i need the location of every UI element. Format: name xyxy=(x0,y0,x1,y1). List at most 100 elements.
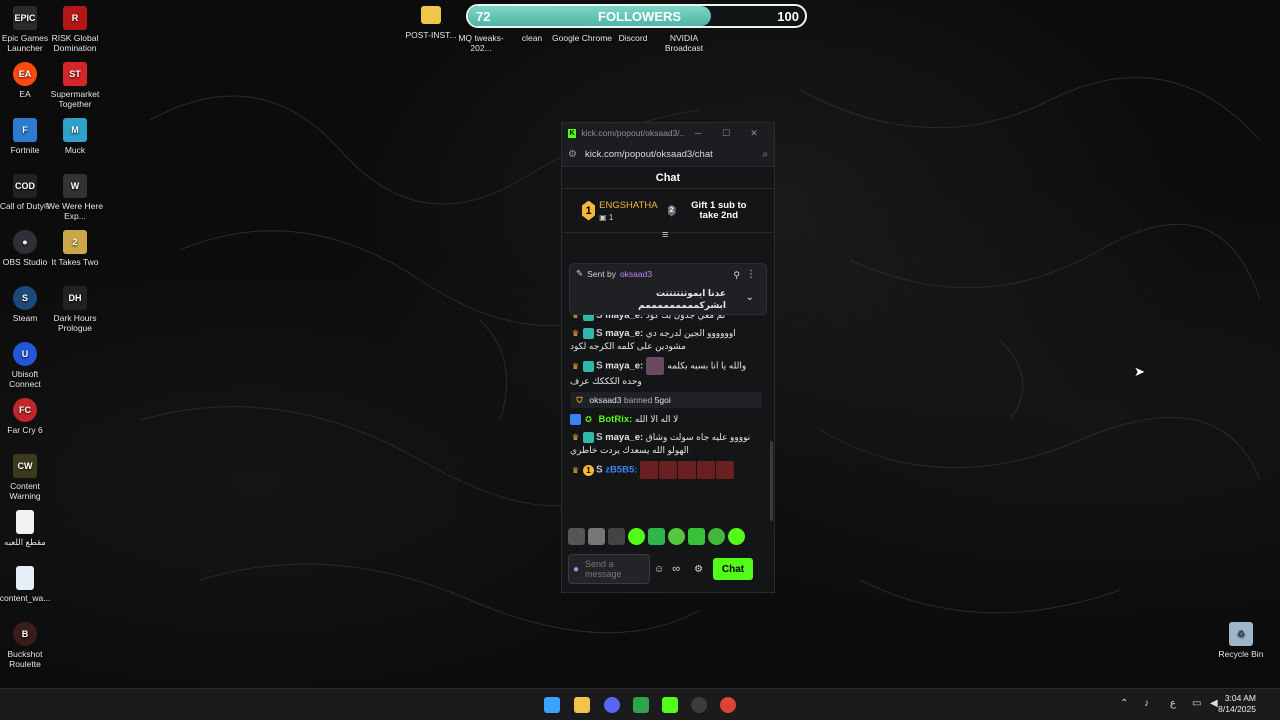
ban-target[interactable]: 5goi xyxy=(655,395,671,405)
volume-icon[interactable]: ◀ xyxy=(1210,698,1218,709)
chat-message: ♛ S maya_e: اوووووو الجين لدرجه دي مشودين… xyxy=(570,327,762,352)
recycle-bin-icon[interactable]: ♻ Recycle Bin xyxy=(1211,622,1271,659)
chat-username[interactable]: maya_e: xyxy=(605,432,643,443)
supermarket-icon[interactable]: ST Supermarket Together xyxy=(45,62,105,109)
folder-icon xyxy=(421,6,441,24)
emote-button[interactable] xyxy=(568,528,585,545)
chat-message: ♛ S maya_e: نوووو عليه جاه سولت وشاق الهو… xyxy=(570,431,762,456)
ban-actor[interactable]: oksaad3 xyxy=(589,395,621,405)
emote-quick-bar[interactable] xyxy=(568,528,745,545)
address-bar[interactable]: ⚙ kick.com/popout/oksaad3/chat ⌕ xyxy=(562,143,774,167)
dark-hours-icon[interactable]: DH Dark Hours Prologue xyxy=(45,286,105,333)
chrome-taskbar-icon[interactable] xyxy=(720,697,736,713)
arabic-file-image xyxy=(16,510,34,534)
obs-taskbar-icon[interactable] xyxy=(691,697,707,713)
mic-tray-icon[interactable]: ♪ xyxy=(1144,698,1149,709)
emote-button[interactable] xyxy=(688,528,705,545)
supermarket-image: ST xyxy=(63,62,87,86)
s-badge-icon: S xyxy=(596,328,603,339)
muck-icon[interactable]: M Muck xyxy=(45,118,105,155)
chat-scrollbar[interactable] xyxy=(770,441,773,521)
xbox-icon[interactable] xyxy=(633,697,649,713)
risk-image: R xyxy=(63,6,87,30)
chat-messages[interactable]: ♛ S maya_e: ئم معي جدول بك كود ♛ S maya_e:… xyxy=(562,309,770,521)
gift-prompt[interactable]: Gift 1 sub to take 2nd xyxy=(684,200,754,221)
gear-icon[interactable]: ⚙ xyxy=(694,564,703,575)
crown-icon: ♛ xyxy=(571,465,580,475)
crown-icon: ♛ xyxy=(571,361,580,371)
followers-current: 72 xyxy=(476,9,491,24)
ubisoft-icon[interactable]: U Ubisoft Connect xyxy=(0,342,55,389)
emote-button[interactable] xyxy=(588,528,605,545)
chat-input-row: ● Send a message ☺ ∞ ⚙ Chat xyxy=(568,554,770,584)
start-icon[interactable] xyxy=(544,697,560,713)
filter-icon[interactable]: ≡ xyxy=(662,229,668,241)
window-title: kick.com/popout/oksaad3/... xyxy=(581,128,685,138)
emote-image xyxy=(696,461,715,480)
rank-2-badge: 2 xyxy=(667,204,676,217)
we-were-here-icon[interactable]: W We Were Here Exp... xyxy=(45,174,105,221)
send-chat-button[interactable]: Chat xyxy=(713,558,754,580)
buckshot-icon[interactable]: B Buckshot Roulette xyxy=(0,622,55,669)
emote-image xyxy=(715,461,734,480)
zoom-icon[interactable]: ⌕ xyxy=(762,149,768,160)
dark-hours-label: Dark Hours Prologue xyxy=(53,313,97,333)
chat-text: لا اله الا الله xyxy=(634,414,679,425)
chevron-up-icon[interactable]: ⌃ xyxy=(1120,698,1128,709)
pinned-message[interactable]: ✎ Sent by oksaad3 عدنا ايموتتتتتتت ابشرك… xyxy=(569,263,767,315)
far-cry-icon[interactable]: FC Far Cry 6 xyxy=(0,398,55,435)
content-file-label: content_wa... xyxy=(0,593,51,603)
emote-button[interactable] xyxy=(668,528,685,545)
chat-username[interactable]: maya_e: xyxy=(605,328,643,339)
discord-taskbar-icon[interactable] xyxy=(604,697,620,713)
content-warning-label: Content Warning xyxy=(9,481,41,501)
risk-icon[interactable]: R RISK Global Domination xyxy=(45,6,105,53)
unpin-icon[interactable]: ⚲ xyxy=(733,270,740,281)
content-warning-icon[interactable]: CW Content Warning xyxy=(0,454,55,501)
crown-icon: ♛ xyxy=(571,329,580,339)
more-options-icon[interactable]: ⋮ xyxy=(746,269,756,280)
arabic-file-icon[interactable]: مقطع اللعبه xyxy=(0,510,55,547)
emoji-icon[interactable]: ☺ xyxy=(654,564,664,575)
chat-window[interactable]: K kick.com/popout/oksaad3/... ─ ☐ ✕ ⚙ ki… xyxy=(561,122,775,593)
chat-username[interactable]: zB5B5: xyxy=(605,465,637,476)
bot-badge-icon xyxy=(570,414,581,426)
emote-button[interactable] xyxy=(708,528,725,545)
minimize-button[interactable]: ─ xyxy=(684,128,712,138)
ubisoft-image: U xyxy=(13,342,37,366)
supermarket-label: Supermarket Together xyxy=(50,89,100,109)
file-explorer-icon[interactable] xyxy=(574,697,590,713)
pinned-text: عدنا ايموتتتتتتت ابشركمممممممممم xyxy=(638,288,726,310)
it-takes-two-icon[interactable]: 2 It Takes Two xyxy=(45,230,105,267)
pinned-author[interactable]: oksaad3 xyxy=(620,269,652,279)
recycle-bin-image: ♻ xyxy=(1229,622,1253,646)
message-input[interactable]: ● Send a message xyxy=(568,554,650,584)
url-text[interactable]: kick.com/popout/oksaad3/chat xyxy=(585,149,762,160)
chat-username[interactable]: maya_e: xyxy=(605,360,643,371)
display-icon[interactable]: ▭ xyxy=(1192,698,1201,709)
crown-icon: ♛ xyxy=(571,433,580,443)
content-file-icon[interactable]: content_wa... xyxy=(0,566,55,603)
emote-button[interactable] xyxy=(628,528,645,545)
points-icon[interactable]: ∞ xyxy=(672,563,680,575)
emote-button[interactable] xyxy=(648,528,665,545)
emote-button[interactable] xyxy=(608,528,625,545)
subscriber-badge-icon xyxy=(583,432,594,444)
site-settings-icon[interactable]: ⚙ xyxy=(568,149,577,160)
it-takes-two-image: 2 xyxy=(63,230,87,254)
emote-button[interactable] xyxy=(728,528,745,545)
emote-image xyxy=(677,461,696,480)
message-placeholder: Send a message xyxy=(585,559,622,579)
language-indicator[interactable]: ع xyxy=(1170,698,1176,709)
window-titlebar[interactable]: K kick.com/popout/oksaad3/... ─ ☐ ✕ xyxy=(562,123,774,143)
maximize-button[interactable]: ☐ xyxy=(712,128,740,139)
top-gifter-name[interactable]: ENGSHATHA xyxy=(599,200,657,211)
shield-icon: ⛉ xyxy=(576,396,583,406)
system-clock[interactable]: 3:04 AM 8/14/2025 xyxy=(1218,693,1256,715)
chat-message: ♛ S maya_e: والله يا انا بسبه بكلمه وحده … xyxy=(570,357,762,387)
chevron-down-icon[interactable]: ⌄ xyxy=(746,292,754,303)
kick-taskbar-icon[interactable] xyxy=(662,697,678,713)
dark-hours-image: DH xyxy=(63,286,87,310)
chat-username[interactable]: BotRix: xyxy=(599,414,633,425)
close-button[interactable]: ✕ xyxy=(740,128,768,139)
